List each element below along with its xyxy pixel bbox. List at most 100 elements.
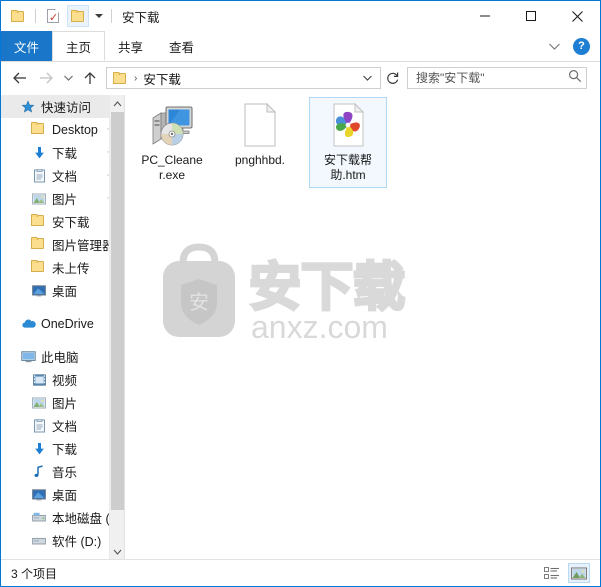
sidebar-item-desktop[interactable]: 桌面	[1, 483, 124, 506]
pictures-icon	[31, 191, 47, 207]
watermark-logo: 安 安下载 anxz.com	[153, 235, 423, 355]
sidebar-item-label: 桌面	[52, 489, 78, 503]
sidebar-item-desktop-qa[interactable]: Desktop 📌	[1, 118, 124, 141]
recent-locations-button[interactable]	[59, 65, 77, 91]
sidebar-item-label: 此电脑	[41, 351, 79, 365]
folder-icon	[31, 236, 47, 253]
search-input[interactable]	[414, 70, 568, 86]
ribbon-right-controls: ?	[543, 31, 596, 61]
search-box[interactable]	[407, 67, 587, 89]
sidebar-item-documents-qa[interactable]: 文档 📌	[1, 164, 124, 187]
qat-customize-button[interactable]	[92, 5, 105, 27]
refresh-button[interactable]	[381, 67, 405, 89]
window-title: 安下载	[122, 10, 160, 25]
sidebar-item-documents[interactable]: 文档	[1, 414, 124, 437]
sidebar-item-this-pc[interactable]: 此电脑	[1, 345, 124, 368]
tab-share[interactable]: 共享	[105, 31, 156, 61]
details-view-button[interactable]	[541, 563, 563, 583]
breadcrumb-current-folder[interactable]: 安下载	[143, 69, 181, 88]
close-button[interactable]	[554, 1, 600, 31]
large-icons-view-button[interactable]	[568, 563, 590, 583]
drive-icon	[31, 533, 47, 549]
folder-icon	[31, 259, 47, 276]
forward-button[interactable]	[33, 65, 59, 91]
file-item-pc-cleaner[interactable]: PC_Cleane r.exe	[133, 97, 211, 188]
sidebar-item-picture-manager[interactable]: 图片管理器	[1, 233, 124, 256]
sidebar-item-label: 下载	[52, 443, 78, 457]
sidebar-item-label: 文档	[52, 420, 78, 434]
sidebar-item-label: 软件 (D:)	[52, 535, 102, 549]
qat-new-folder-button[interactable]	[67, 5, 89, 27]
large-icons-view-icon	[571, 567, 587, 579]
back-button[interactable]	[7, 65, 33, 91]
breadcrumb-dropdown-button[interactable]	[362, 69, 373, 87]
view-buttons	[541, 563, 590, 583]
title-bar: ✓ 安下载	[1, 1, 600, 31]
sidebar-item-label: 图片	[52, 193, 78, 207]
download-icon	[31, 441, 47, 457]
desktop-icon	[31, 487, 47, 503]
ribbon-tabs: 文件 主页 共享 查看	[1, 31, 600, 61]
videos-icon	[31, 372, 47, 388]
chevron-down-icon	[63, 75, 73, 81]
sidebar-item-pictures-qa[interactable]: 图片 📌	[1, 187, 124, 210]
up-arrow-icon	[84, 71, 96, 84]
sidebar-item-label: 桌面	[52, 285, 78, 299]
sidebar-item-not-uploaded[interactable]: 未上传	[1, 256, 124, 279]
file-list-view[interactable]: 安 安下载 anxz.com PC_Cleane r.exe pnghhbd. …	[125, 95, 600, 560]
sidebar-item-software-d[interactable]: 软件 (D:)	[1, 529, 124, 552]
qat-folder-icon-button[interactable]	[7, 5, 29, 27]
check-mark: ✓	[49, 12, 59, 24]
music-icon	[31, 464, 47, 480]
sidebar-item-anxiazai[interactable]: 安下载	[1, 210, 124, 233]
chevron-down-icon	[548, 43, 560, 50]
breadcrumb-bar[interactable]: › 安下载	[106, 67, 381, 89]
sidebar-item-downloads[interactable]: 下载	[1, 437, 124, 460]
svg-text:anxz.com: anxz.com	[251, 309, 388, 345]
sidebar-item-music[interactable]: 音乐	[1, 460, 124, 483]
file-label: 安下载帮 助.htm	[323, 153, 372, 182]
blank-document-icon	[236, 101, 284, 149]
chevron-down-icon	[363, 75, 372, 81]
scroll-down-button[interactable]	[110, 543, 124, 560]
status-bar: 3 个项目	[1, 559, 600, 586]
help-button[interactable]: ?	[573, 37, 590, 55]
folder-icon	[31, 121, 47, 138]
sidebar-item-label: 音乐	[52, 466, 78, 480]
page-corner	[55, 9, 59, 13]
chevron-up-icon	[113, 100, 122, 106]
file-item-anxiazai-help-htm[interactable]: 安下载帮 助.htm	[309, 97, 387, 188]
refresh-icon	[387, 72, 399, 84]
tab-home[interactable]: 主页	[52, 31, 106, 61]
expand-ribbon-button[interactable]	[543, 35, 565, 57]
sidebar-item-videos[interactable]: 视频	[1, 368, 124, 391]
tab-view[interactable]: 查看	[156, 31, 207, 61]
back-arrow-icon	[13, 72, 26, 84]
minimize-button[interactable]	[462, 1, 508, 31]
sidebar-item-onedrive[interactable]: OneDrive	[1, 312, 124, 335]
folder-icon	[113, 71, 128, 85]
tab-file[interactable]: 文件	[1, 31, 53, 61]
qat-properties-button[interactable]: ✓	[42, 5, 64, 27]
sidebar-scrollbar[interactable]	[109, 95, 124, 560]
scrollbar-thumb[interactable]	[111, 112, 124, 510]
sidebar-item-pictures[interactable]: 图片	[1, 391, 124, 414]
sidebar-item-desktop-qa2[interactable]: 桌面	[1, 279, 124, 302]
svg-text:安下载: 安下载	[249, 258, 405, 318]
documents-icon	[31, 168, 47, 184]
sidebar-item-label: OneDrive	[41, 316, 94, 331]
properties-icon: ✓	[47, 9, 59, 24]
file-item-pnghhbd[interactable]: pnghhbd.	[221, 97, 299, 188]
scroll-up-button[interactable]	[110, 95, 124, 112]
explorer-body: 快速访问 Desktop 📌 下载 📌	[1, 95, 600, 560]
sidebar-item-downloads-qa[interactable]: 下载 📌	[1, 141, 124, 164]
sidebar-item-local-disk-c[interactable]: 本地磁盘 (C	[1, 506, 124, 529]
sidebar-item-quick-access[interactable]: 快速访问	[1, 95, 124, 118]
search-icon[interactable]	[568, 69, 582, 88]
sidebar-item-label: 图片管理器	[52, 239, 115, 253]
file-explorer-window: ✓ 安下载 文件 主页 共享 查看 ? › 安下载 搜索"安下载" 快速访问 D…	[0, 0, 601, 587]
navigation-pane[interactable]: 快速访问 Desktop 📌 下载 📌	[1, 95, 125, 560]
up-button[interactable]	[77, 65, 103, 91]
breadcrumb-separator: ›	[134, 72, 138, 84]
maximize-button[interactable]	[508, 1, 554, 31]
